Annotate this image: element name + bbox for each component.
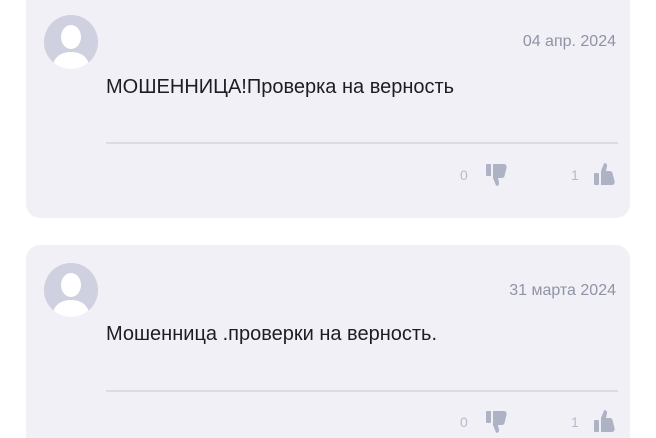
thumbs-up-icon[interactable] [592,161,618,187]
comment-date: 04 апр. 2024 [522,33,616,50]
divider [106,390,618,392]
thumbs-down-icon[interactable] [484,162,510,188]
like-count: 1 [571,167,579,183]
comment-text: МОШЕННИЦА!Проверка на верность [106,76,455,98]
thumbs-up-icon[interactable] [592,408,618,434]
user-avatar-icon[interactable] [44,15,98,69]
dislike-count: 0 [460,414,468,430]
comment-date: 31 марта 2024 [509,282,616,299]
comment-card: 31 марта 2024 Мошенница .проверки на вер… [26,245,630,438]
comment-text: Мошенница .проверки на верность. [106,323,438,345]
comment-card: 04 апр. 2024 МОШЕННИЦА!Проверка на верно… [26,0,630,218]
thumbs-down-icon[interactable] [484,409,510,435]
divider [106,142,618,144]
user-avatar-icon[interactable] [44,263,98,317]
comments-feed: 04 апр. 2024 МОШЕННИЦА!Проверка на верно… [0,0,656,438]
like-count: 1 [571,414,579,430]
dislike-count: 0 [460,167,468,183]
